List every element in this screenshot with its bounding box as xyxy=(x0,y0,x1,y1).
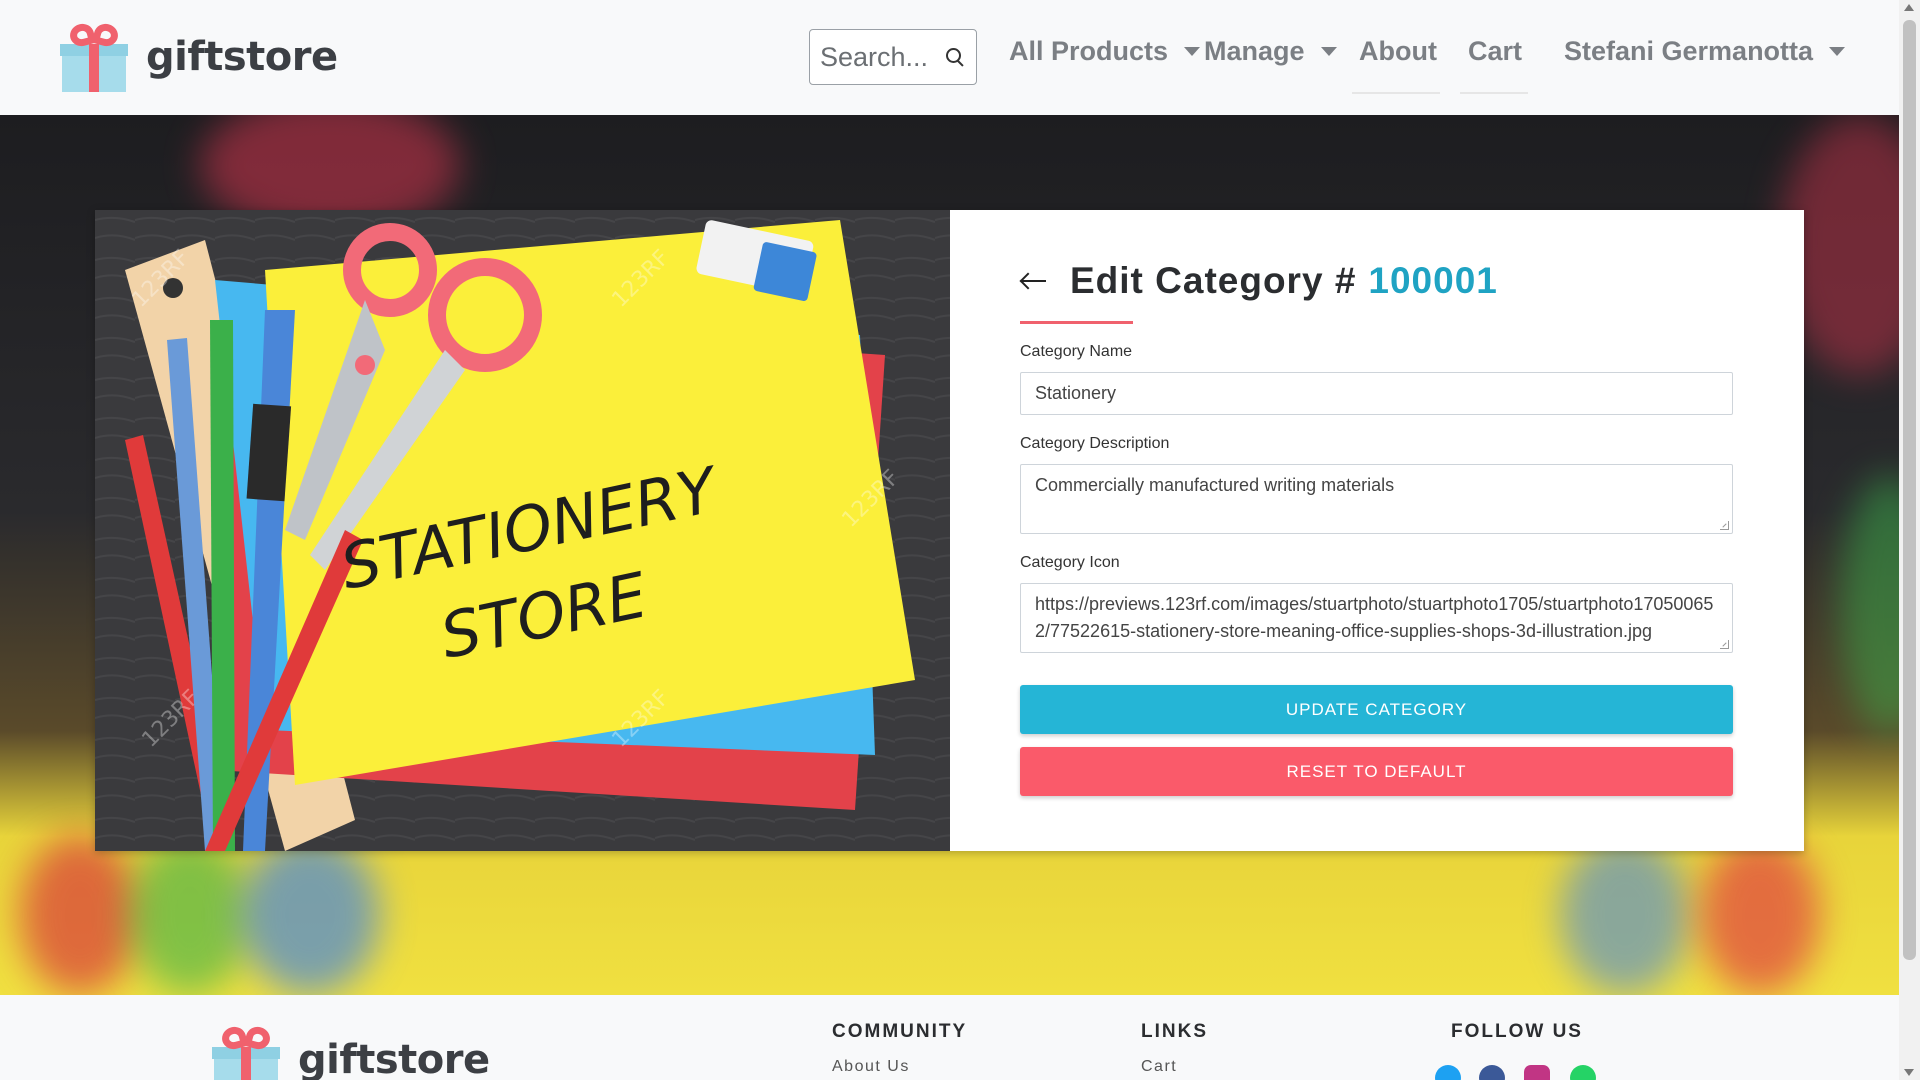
title-divider xyxy=(1020,321,1133,324)
chevron-down-icon xyxy=(1829,47,1846,56)
nav-cart-underline xyxy=(1460,92,1528,94)
footer-follow-heading: FOLLOW US xyxy=(1451,1021,1583,1042)
nav-cart[interactable]: Cart xyxy=(1468,36,1522,67)
back-arrow-icon[interactable] xyxy=(1020,273,1046,289)
scrollbar[interactable] xyxy=(1899,0,1920,1080)
brand-name: giftstore xyxy=(146,34,338,80)
scroll-down-arrow-icon[interactable] xyxy=(1904,1069,1914,1076)
gift-icon xyxy=(60,21,128,92)
nav-about[interactable]: About xyxy=(1359,36,1437,67)
resize-handle-icon[interactable] xyxy=(1720,640,1729,649)
chevron-down-icon xyxy=(1184,47,1201,56)
reset-to-default-button[interactable]: RESET TO DEFAULT xyxy=(1020,747,1733,796)
instagram-icon[interactable] xyxy=(1524,1065,1550,1080)
footer-brand-name: giftstore xyxy=(298,1037,490,1080)
gift-icon xyxy=(212,1024,280,1080)
footer-about-us-link[interactable]: About Us xyxy=(832,1058,910,1076)
category-id: 100001 xyxy=(1368,260,1498,301)
category-description-textarea[interactable]: Commercially manufactured writing materi… xyxy=(1020,464,1733,534)
category-icon-textarea[interactable]: https://previews.123rf.com/images/stuart… xyxy=(1020,583,1733,653)
footer-links-heading: LINKS xyxy=(1141,1021,1208,1042)
nav-cart-label: Cart xyxy=(1468,36,1523,66)
nav-user-menu[interactable]: Stefani Germanotta xyxy=(1564,36,1846,67)
scrollbar-thumb[interactable] xyxy=(1903,20,1916,960)
update-category-button[interactable]: UPDATE CATEGORY xyxy=(1020,685,1733,734)
footer-community-heading: COMMUNITY xyxy=(832,1021,968,1042)
form-title: Edit Category # 100001 xyxy=(1020,260,1498,302)
whatsapp-icon[interactable] xyxy=(1570,1065,1596,1080)
brand-logo[interactable]: giftstore xyxy=(60,21,338,92)
twitter-icon[interactable] xyxy=(1435,1065,1461,1080)
nav-about-underline xyxy=(1352,92,1440,94)
category-description-value: Commercially manufactured writing materi… xyxy=(1035,475,1395,495)
stationery-store-illustration: STATIONERY STORE 123RF 123RF 123RF 123RF… xyxy=(95,210,950,851)
nav-user-name: Stefani Germanotta xyxy=(1564,36,1814,66)
footer-cart-link[interactable]: Cart xyxy=(1141,1058,1177,1076)
edit-category-card: STATIONERY STORE 123RF 123RF 123RF 123RF… xyxy=(95,210,1804,851)
nav-manage[interactable]: Manage xyxy=(1204,36,1337,67)
search-box[interactable] xyxy=(809,29,977,85)
category-description-label: Category Description xyxy=(1020,435,1170,452)
scroll-up-arrow-icon[interactable] xyxy=(1904,4,1914,11)
nav-manage-label: Manage xyxy=(1204,36,1305,66)
footer-brand-logo[interactable]: giftstore xyxy=(212,1024,490,1080)
navbar: giftstore All Products Manage About Cart… xyxy=(0,0,1899,115)
category-icon-label: Category Icon xyxy=(1020,554,1120,571)
search-icon[interactable] xyxy=(944,46,966,68)
nav-about-label: About xyxy=(1359,36,1437,66)
footer: giftstore COMMUNITY About Us LINKS Cart … xyxy=(0,995,1899,1080)
nav-all-products-label: All Products xyxy=(1009,36,1169,66)
category-name-label: Category Name xyxy=(1020,343,1133,360)
search-input[interactable] xyxy=(820,41,938,73)
resize-handle-icon[interactable] xyxy=(1720,521,1729,530)
category-name-input[interactable]: Stationery xyxy=(1020,372,1733,415)
nav-all-products[interactable]: All Products xyxy=(1009,36,1201,67)
facebook-icon[interactable] xyxy=(1479,1065,1505,1080)
category-image: STATIONERY STORE 123RF 123RF 123RF 123RF… xyxy=(95,210,950,851)
chevron-down-icon xyxy=(1320,47,1337,56)
category-form: Edit Category # 100001 Category Name Sta… xyxy=(950,210,1804,851)
page-title: Edit Category # xyxy=(1070,260,1357,301)
category-icon-value: https://previews.123rf.com/images/stuart… xyxy=(1035,594,1714,641)
